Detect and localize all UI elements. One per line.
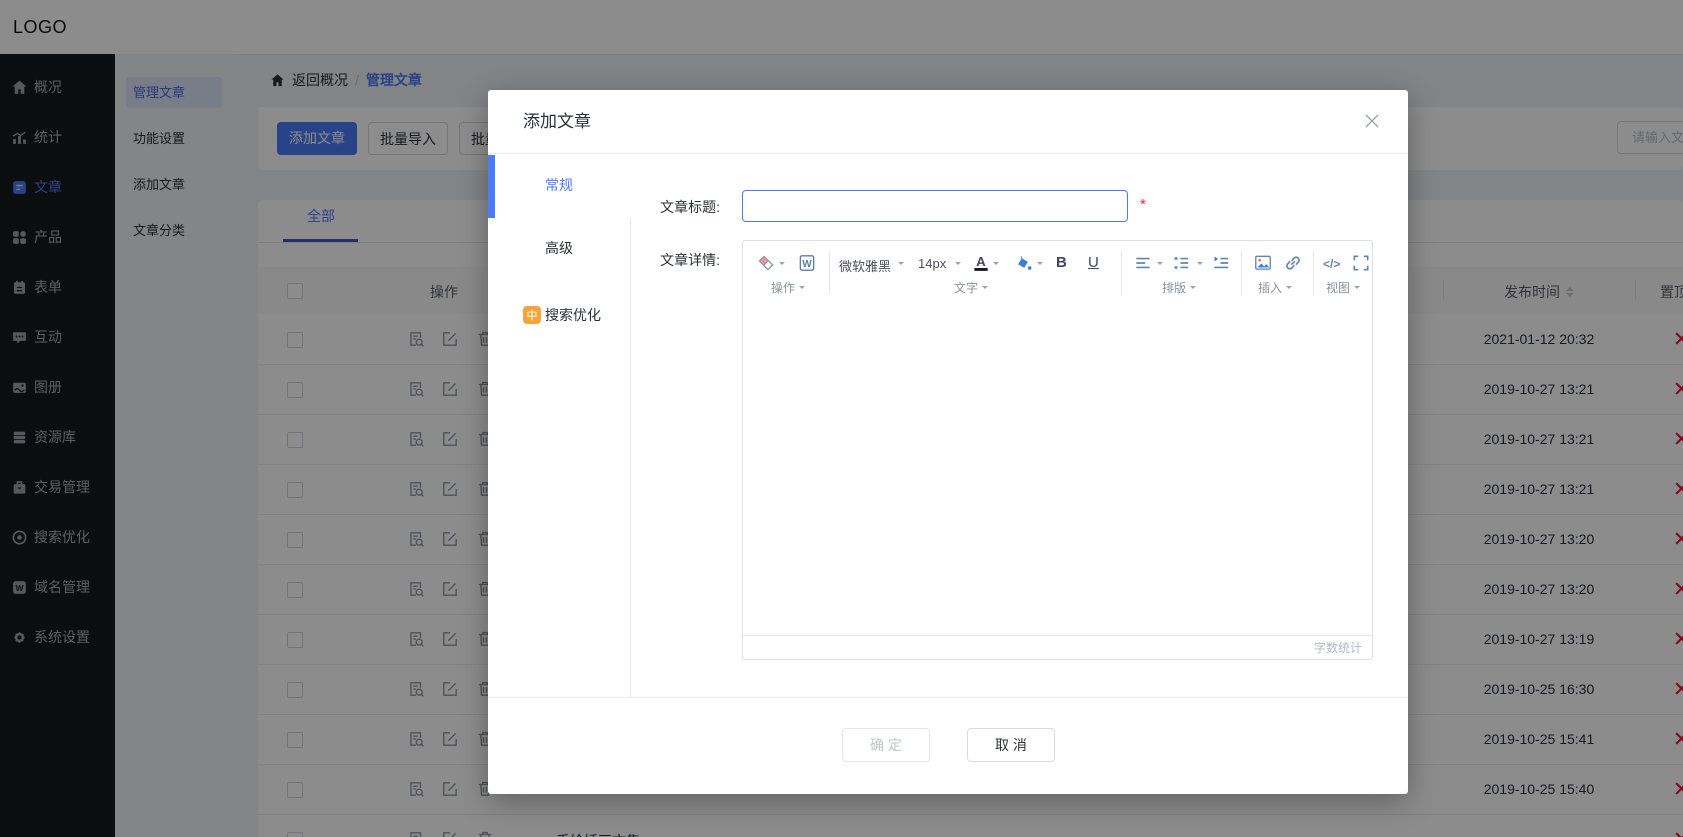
modal-title: 添加文章 xyxy=(523,90,591,153)
font-family-select[interactable]: 微软雅黑 xyxy=(839,256,891,275)
screen: LOGO 概况 统计 文章 产品 表单 互动 图册 资源库 交易管 xyxy=(0,0,1683,837)
align-caret[interactable] xyxy=(1157,262,1163,268)
required-mark: * xyxy=(1140,196,1146,213)
add-article-modal: 添加文章 常规 高级 中 搜索优化 文章标题: * 文章详情: xyxy=(488,90,1408,794)
indent-icon[interactable] xyxy=(1211,253,1231,273)
toolbar-divider xyxy=(1121,251,1122,295)
article-detail-label: 文章详情: xyxy=(600,250,720,270)
toolbar-divider xyxy=(829,251,830,295)
editor-content-area[interactable] xyxy=(743,305,1372,635)
font-family-caret[interactable] xyxy=(898,262,904,268)
bg-color-icon[interactable] xyxy=(1013,253,1033,273)
bold-button[interactable]: B xyxy=(1056,254,1067,271)
rich-text-editor: W 微软雅黑 14px A B U xyxy=(742,240,1373,660)
font-size-caret[interactable] xyxy=(955,262,961,268)
eraser-icon[interactable] xyxy=(756,253,776,273)
group-label-insert[interactable]: 插入 xyxy=(1258,279,1292,296)
modal-tab[interactable]: 中 搜索优化 xyxy=(488,285,631,345)
cn-badge: 中 xyxy=(523,306,541,324)
confirm-button[interactable]: 确 定 xyxy=(842,728,930,762)
close-icon[interactable] xyxy=(1364,113,1380,129)
svg-text:A: A xyxy=(976,254,986,269)
footer-divider xyxy=(488,697,1408,698)
article-title-input[interactable] xyxy=(742,190,1128,222)
bg-color-caret[interactable] xyxy=(1037,262,1043,268)
insert-link-icon[interactable] xyxy=(1283,253,1303,273)
article-title-label: 文章标题: xyxy=(600,197,720,217)
word-count-label: 字数统计 xyxy=(743,635,1372,659)
group-label-layout[interactable]: 排版 xyxy=(1162,279,1196,296)
group-label-view[interactable]: 视图 xyxy=(1326,279,1360,296)
font-color-caret[interactable] xyxy=(993,262,999,268)
font-size-select[interactable]: 14px xyxy=(918,256,946,271)
modal-header: 添加文章 xyxy=(488,90,1408,154)
line-height-icon[interactable] xyxy=(1171,253,1191,273)
line-height-caret[interactable] xyxy=(1197,262,1203,268)
eraser-dropdown-caret[interactable] xyxy=(779,262,785,268)
toolbar-divider xyxy=(1241,251,1242,295)
toolbar-divider xyxy=(1313,251,1314,295)
svg-text:W: W xyxy=(802,259,812,270)
group-label-ops[interactable]: 操作 xyxy=(771,279,805,296)
group-label-text[interactable]: 文字 xyxy=(954,279,988,296)
insert-image-icon[interactable] xyxy=(1253,253,1273,273)
source-code-button[interactable]: </> xyxy=(1323,257,1340,271)
cancel-button[interactable]: 取 消 xyxy=(967,728,1055,762)
fullscreen-icon[interactable] xyxy=(1351,253,1371,273)
editor-toolbar: W 微软雅黑 14px A B U xyxy=(743,241,1372,306)
word-import-icon[interactable]: W xyxy=(797,253,817,273)
align-icon[interactable] xyxy=(1133,253,1153,273)
font-color-icon[interactable]: A xyxy=(971,253,991,273)
underline-button[interactable]: U xyxy=(1088,254,1099,271)
